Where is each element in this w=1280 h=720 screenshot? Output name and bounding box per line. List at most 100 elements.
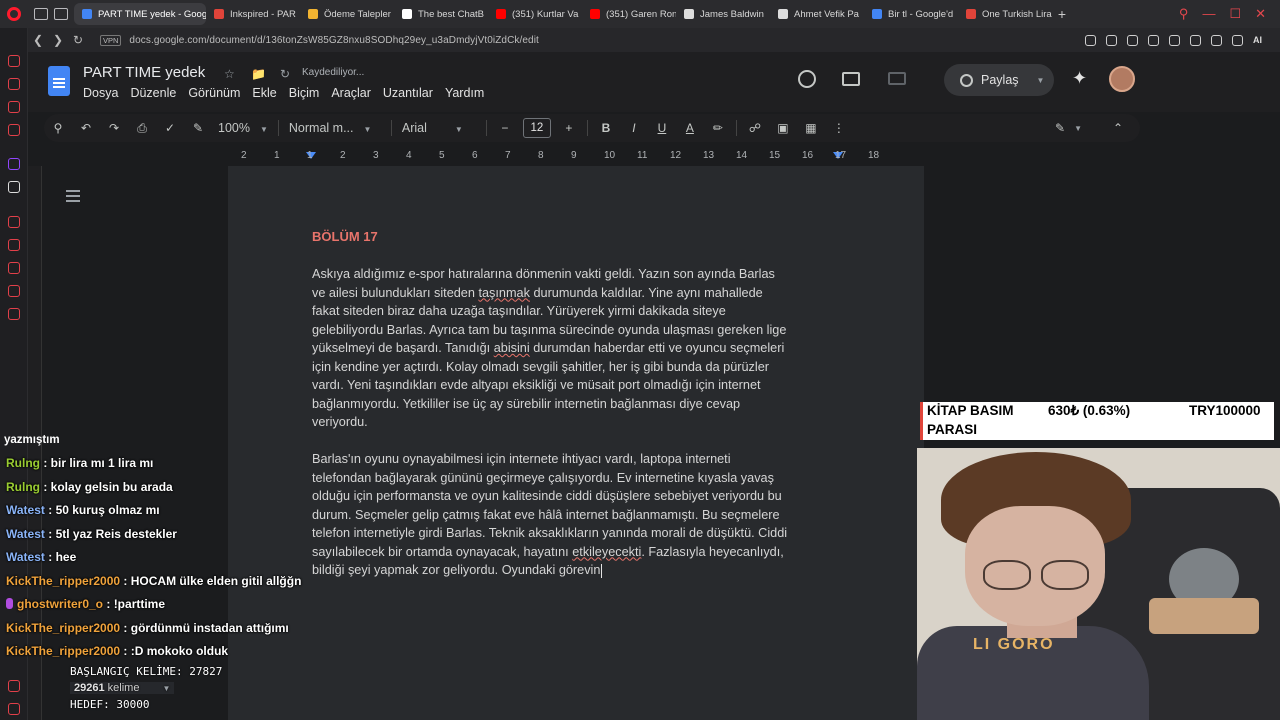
extensions-icon[interactable] <box>8 285 20 297</box>
zoom-select[interactable]: 100% ▼ <box>212 121 274 135</box>
paragraph-2[interactable]: Barlas'ın oyunu oynayabilmesi için inter… <box>312 450 842 580</box>
document-outline-icon[interactable] <box>66 190 80 202</box>
browser-tab[interactable]: One Turkish Lira <box>958 3 1052 25</box>
undo-icon[interactable]: ↶ <box>72 121 100 135</box>
ai-button[interactable]: AI <box>1253 35 1262 45</box>
font-size-input[interactable]: 12 <box>522 118 551 138</box>
x-icon[interactable] <box>8 181 20 193</box>
settings-icon[interactable] <box>8 308 20 320</box>
player-icon[interactable] <box>1148 34 1159 46</box>
paint-format-icon[interactable]: ✎ <box>184 121 212 135</box>
browser-tab[interactable]: Bir tl - Google'd <box>864 3 958 25</box>
heart-icon[interactable] <box>1169 34 1180 46</box>
spellcheck-word[interactable]: taşınmak <box>478 286 529 300</box>
email-icon[interactable] <box>8 124 20 136</box>
twitch-icon[interactable] <box>8 158 20 170</box>
horizontal-ruler[interactable]: 2 1 1 2 3 4 5 6 7 8 9 10 11 12 13 14 15 16 17 18 <box>228 148 924 164</box>
back-icon[interactable]: ❮ <box>28 33 48 47</box>
comments-icon[interactable] <box>842 72 860 86</box>
menu-item-1[interactable]: Düzenle <box>130 86 176 100</box>
menu-item-6[interactable]: Uzantılar <box>383 86 433 100</box>
search-menus-icon[interactable]: ⚲ <box>44 121 72 135</box>
word-count-badge[interactable]: 29261 kelime ▼ <box>70 682 175 694</box>
forward-icon[interactable]: ❯ <box>48 33 68 47</box>
maximize-icon[interactable]: ☐ <box>1229 6 1241 22</box>
spellcheck-icon[interactable]: ✓ <box>156 121 184 135</box>
document-title[interactable]: PART TIME yedek <box>83 64 205 81</box>
more-options-icon[interactable]: ⋮ <box>825 121 853 135</box>
reload-icon[interactable]: ↻ <box>68 33 88 47</box>
opera-logo-icon[interactable] <box>0 0 28 28</box>
browser-tab[interactable]: Inkspired - PAR <box>206 3 300 25</box>
editing-mode-icon[interactable]: ✎ <box>1046 121 1074 135</box>
avatar[interactable] <box>1109 66 1135 92</box>
chapter-heading[interactable]: BÖLÜM 17 <box>312 229 378 244</box>
gx-icon[interactable] <box>8 680 20 692</box>
browser-tab[interactable]: (351) Kurtlar Va <box>488 3 582 25</box>
menu-item-4[interactable]: Biçim <box>289 86 320 100</box>
spellcheck-word[interactable]: abisini <box>494 341 530 355</box>
aria-icon[interactable] <box>8 55 20 67</box>
increase-font-size-icon[interactable]: + <box>555 121 583 135</box>
messenger-icon[interactable] <box>8 78 20 90</box>
tab-favicon-icon <box>308 9 318 19</box>
account-icon[interactable] <box>1211 34 1222 46</box>
move-folder-icon[interactable]: 📁 <box>251 67 266 81</box>
hide-menus-icon[interactable]: ⌃ <box>1104 121 1132 135</box>
menu-item-0[interactable]: Dosya <box>83 86 118 100</box>
browser-tab[interactable]: PART TIME yedek - Google <box>74 3 206 25</box>
snapshot-icon[interactable] <box>1127 34 1138 46</box>
menu-item-7[interactable]: Yardım <box>445 86 484 100</box>
browser-tab[interactable]: The best ChatB <box>394 3 488 25</box>
close-icon[interactable]: ✕ <box>1255 6 1266 22</box>
text-run: olduğu için performansta ve oyun kalites… <box>312 489 782 503</box>
version-history-icon[interactable] <box>798 70 816 88</box>
gemini-icon[interactable]: ✦ <box>1072 68 1087 89</box>
document-page[interactable] <box>228 166 924 720</box>
minimize-icon[interactable]: — <box>1202 6 1215 22</box>
vpn-badge[interactable]: VPN <box>100 34 122 46</box>
text-color-icon[interactable]: A <box>676 121 704 135</box>
browser-tab[interactable]: (351) Garen Ron <box>582 3 676 25</box>
tab-islands-icon[interactable] <box>54 8 68 20</box>
italic-icon[interactable]: I <box>620 121 648 135</box>
player-icon[interactable] <box>8 216 20 228</box>
pin-icon[interactable] <box>1106 34 1117 46</box>
easy-setup-icon[interactable] <box>1232 34 1243 46</box>
paragraph-1[interactable]: Askıya aldığımız e-spor hatıralarına dön… <box>312 265 842 432</box>
highlight-icon[interactable]: ✏ <box>704 121 732 135</box>
bold-icon[interactable]: B <box>592 121 620 135</box>
docs-logo-icon[interactable] <box>48 66 70 96</box>
font-select[interactable]: Arial ▼ <box>396 121 482 135</box>
decrease-font-size-icon[interactable]: − <box>491 121 519 135</box>
insert-link-icon[interactable]: ☍ <box>741 121 769 135</box>
add-comment-icon[interactable]: ▣ <box>769 121 797 135</box>
instagram-icon[interactable] <box>8 101 20 113</box>
insert-image-icon[interactable]: ▦ <box>797 121 825 135</box>
new-tab-button[interactable]: + <box>1052 6 1072 22</box>
redo-icon[interactable]: ↷ <box>100 121 128 135</box>
menu-item-2[interactable]: Görünüm <box>188 86 240 100</box>
browser-tab[interactable]: James Baldwin <box>676 3 770 25</box>
chevron-down-icon[interactable]: ▼ <box>1074 124 1082 133</box>
browser-tab[interactable]: Ahmet Vefik Pa <box>770 3 864 25</box>
url-field[interactable]: docs.google.com/document/d/136tonZsW85GZ… <box>129 35 538 46</box>
workspaces-icon[interactable] <box>34 8 48 20</box>
ruler-tick: 13 <box>703 150 715 161</box>
zoom-icon[interactable] <box>1085 34 1096 46</box>
pinboard-icon[interactable] <box>8 239 20 251</box>
spellcheck-word[interactable]: etkileyecekti <box>572 545 641 559</box>
meet-icon[interactable] <box>888 72 906 85</box>
search-tabs-icon[interactable]: ⚲ <box>1179 6 1189 22</box>
underline-icon[interactable]: U <box>648 121 676 135</box>
browser-tab[interactable]: Ödeme Talepler <box>300 3 394 25</box>
extension-icon[interactable] <box>1190 34 1201 46</box>
menu-item-5[interactable]: Araçlar <box>331 86 371 100</box>
print-icon[interactable]: ⎙ <box>128 121 156 136</box>
history-icon[interactable] <box>8 262 20 274</box>
star-icon[interactable]: ☆ <box>224 67 235 81</box>
menu-item-3[interactable]: Ekle <box>252 86 276 100</box>
paragraph-style-select[interactable]: Normal m... ▼ <box>283 121 387 135</box>
share-button[interactable]: Paylaş ▼ <box>944 64 1054 96</box>
more-icon[interactable] <box>8 703 20 715</box>
